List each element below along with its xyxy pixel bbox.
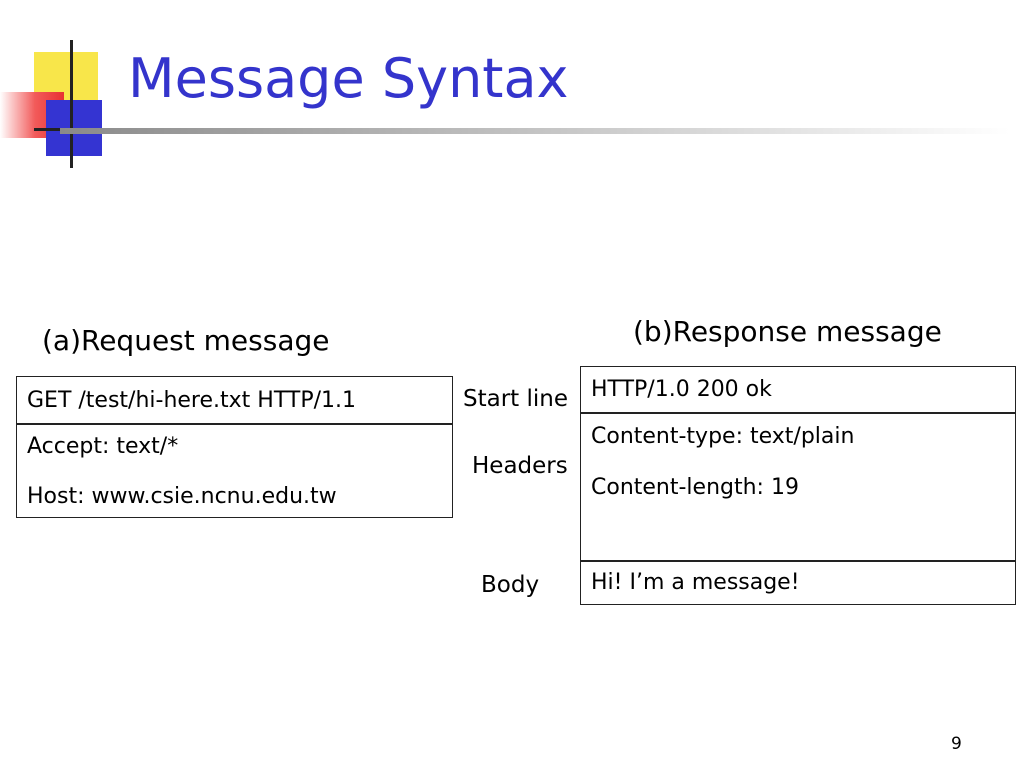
response-header-line: Content-type: text/plain bbox=[591, 424, 855, 449]
request-caption: (a)Request message bbox=[42, 324, 330, 357]
response-headers-cell: Content-type: text/plain Content-length:… bbox=[581, 412, 1015, 560]
headers-label: Headers bbox=[472, 453, 568, 479]
response-body-cell: Hi! I’m a message! bbox=[581, 560, 1015, 604]
page-number: 9 bbox=[951, 734, 962, 754]
start-line-label: Start line bbox=[463, 386, 569, 412]
request-headers-cell: Accept: text/* Host: www.csie.ncnu.edu.t… bbox=[17, 423, 452, 517]
response-message-box: HTTP/1.0 200 ok Content-type: text/plain… bbox=[580, 366, 1016, 605]
slide-title: Message Syntax bbox=[128, 47, 569, 110]
request-message-box: GET /test/hi-here.txt HTTP/1.1 Accept: t… bbox=[16, 376, 453, 518]
request-header-line: Host: www.csie.ncnu.edu.tw bbox=[27, 484, 337, 509]
title-divider bbox=[60, 128, 1010, 134]
response-header-line: Content-length: 19 bbox=[591, 475, 799, 500]
request-start-line-cell: GET /test/hi-here.txt HTTP/1.1 bbox=[17, 377, 452, 423]
response-caption: (b)Response message bbox=[633, 315, 942, 348]
request-start-line: GET /test/hi-here.txt HTTP/1.1 bbox=[27, 388, 356, 413]
response-body-text: Hi! I’m a message! bbox=[591, 570, 800, 595]
request-header-line: Accept: text/* bbox=[27, 434, 179, 459]
response-start-line-cell: HTTP/1.0 200 ok bbox=[581, 367, 1015, 412]
response-start-line: HTTP/1.0 200 ok bbox=[591, 377, 772, 402]
body-label: Body bbox=[481, 572, 540, 598]
logo-vertical-line bbox=[70, 40, 73, 168]
